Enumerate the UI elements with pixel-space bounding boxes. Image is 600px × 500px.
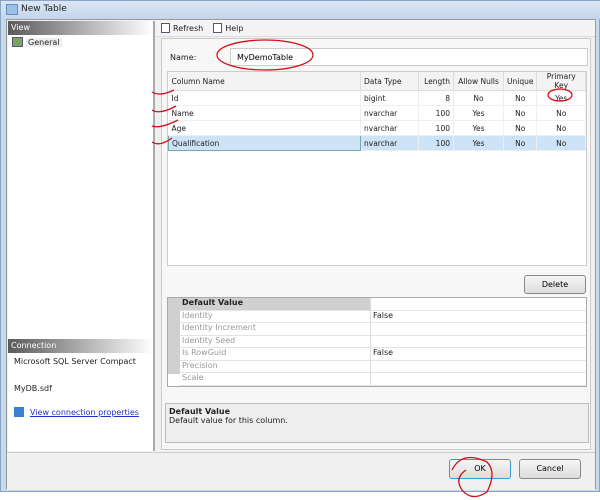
property-row[interactable]: Identity False [180,310,586,323]
property-value[interactable]: False [371,348,393,360]
table-cell[interactable]: nvarchar [360,135,419,151]
table-cell[interactable]: Yes [453,135,504,151]
delete-button[interactable]: Delete [524,275,586,294]
table-row[interactable]: Name nvarchar 100 Yes No No [168,105,586,121]
new-table-dialog: New Table View General Connection Micros… [0,0,600,492]
property-name: Identity [180,310,371,322]
table-cell[interactable]: Yes [453,105,504,121]
property-name: Precision [180,360,371,372]
columns-grid[interactable]: Column Name Data Type Length Allow Nulls Uni… [167,71,587,266]
property-row[interactable]: Is RowGuid False [180,348,586,361]
table-cell[interactable]: No [453,90,504,106]
link-label: View connection properties [30,407,139,417]
property-name: Is RowGuid [180,348,371,360]
table-name-input[interactable] [230,48,588,66]
cancel-button[interactable]: Cancel [519,459,581,479]
table-cell[interactable]: No [536,120,586,136]
title-bar: New Table [1,1,600,19]
database-text: MyDB.sdf [14,384,52,393]
table-cell[interactable]: 8 [418,90,454,106]
table-cell[interactable]: No [503,90,538,106]
table-cell[interactable]: 100 [418,135,454,151]
table-cell[interactable]: Age [168,120,361,136]
table-cell[interactable]: Yes [536,90,586,106]
help-label: Help [225,23,244,33]
table-cell[interactable]: nvarchar [360,120,419,136]
column-header: Allow Nulls [453,72,504,91]
table-cell[interactable]: No [503,105,538,121]
description-text: Default value for this column. [169,416,288,425]
property-category: Default Value [180,298,371,310]
window-title: New Table [21,4,67,14]
refresh-icon [161,23,170,33]
help-icon [213,23,223,33]
property-value[interactable] [371,361,373,373]
property-row[interactable]: Identity Seed [180,335,586,348]
nav-general[interactable]: General [8,35,153,49]
provider-text: Microsoft SQL Server Compact [14,357,136,366]
table-cell[interactable]: No [503,120,538,136]
description-panel: Default Value Default value for this col… [165,403,589,443]
table-cell[interactable]: Name [168,105,361,121]
name-label: Name: [170,53,197,62]
table-cell[interactable]: Yes [453,120,504,136]
help-button[interactable]: Help [213,23,243,33]
column-header: Length [418,72,454,91]
table-cell[interactable]: 100 [418,120,454,136]
column-header: Primary Key [536,72,586,91]
column-header: Column Name [168,72,361,91]
dialog-footer: OK Cancel [7,452,595,490]
table-row[interactable]: Qualification nvarchar 100 Yes No No [168,135,586,151]
general-icon [12,37,23,47]
left-panel: View General Connection Microsoft SQL Se… [8,21,155,451]
property-value[interactable] [371,323,373,335]
table-row[interactable]: Id bigint 8 No No Yes [168,90,586,106]
table-cell[interactable]: Qualification [168,135,361,151]
table-cell[interactable]: Id [168,90,361,106]
property-grid[interactable]: Default Value Identity False Identity Incr… [167,297,587,387]
nav-general-label: General [26,37,62,47]
refresh-label: Refresh [173,23,204,33]
connection-header: Connection [8,339,153,353]
table-icon [6,4,18,15]
table-cell[interactable]: No [503,135,538,151]
toolbar: Refresh Help [157,20,595,37]
table-cell[interactable]: nvarchar [360,105,419,121]
column-header: Unique [503,72,538,91]
view-connection-properties-link[interactable]: View connection properties [8,407,153,417]
property-value[interactable]: False [371,311,393,323]
property-name: Identity Increment [180,323,371,335]
property-row[interactable]: Identity Increment [180,323,586,336]
description-title: Default Value [169,407,231,416]
property-name: Scale [180,373,371,385]
table-cell[interactable]: 100 [418,105,454,121]
table-cell[interactable]: No [536,105,586,121]
view-header: View [8,21,153,35]
connection-icon [14,407,24,417]
ok-button[interactable]: OK [449,459,511,479]
table-cell[interactable]: No [536,135,586,151]
table-cell[interactable]: bigint [360,90,419,106]
property-name: Identity Seed [180,335,371,347]
property-row[interactable]: Precision [180,360,586,373]
property-value[interactable] [371,336,373,348]
refresh-button[interactable]: Refresh [161,23,203,33]
column-header: Data Type [360,72,419,91]
table-row[interactable]: Age nvarchar 100 Yes No No [168,120,586,136]
property-row[interactable]: Scale [180,373,586,386]
property-value[interactable] [371,373,373,385]
